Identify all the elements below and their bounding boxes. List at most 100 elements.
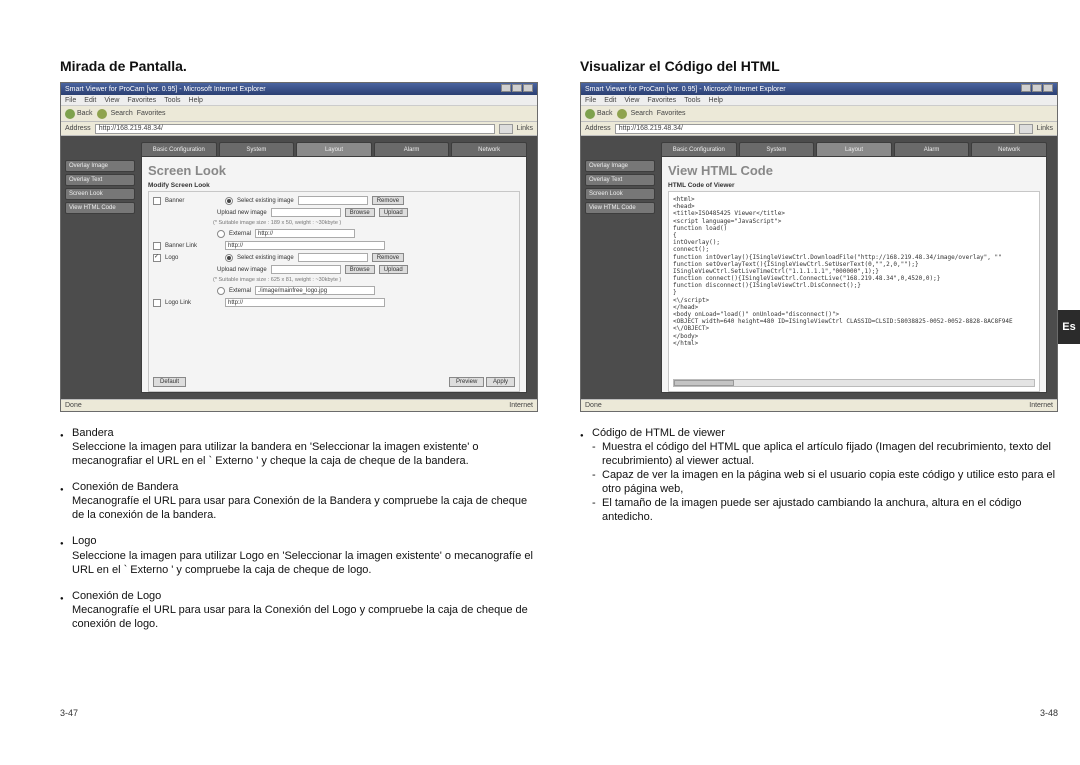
address-input[interactable]: http://168.219.48.34/ xyxy=(95,124,495,134)
go-button[interactable] xyxy=(499,124,513,134)
page-number: 3-48 xyxy=(1040,708,1058,718)
sub-text: El tamaño de la imagen puede ser ajustad… xyxy=(602,496,1058,524)
menu-favorites[interactable]: Favorites xyxy=(647,97,676,104)
go-button[interactable] xyxy=(1019,124,1033,134)
statusbar: Done Internet xyxy=(61,399,537,411)
forward-button[interactable] xyxy=(97,109,107,119)
menu-tools[interactable]: Tools xyxy=(684,97,700,104)
page-number: 3-47 xyxy=(60,708,78,718)
address-bar: Address http://168.219.48.34/ Links xyxy=(581,122,1057,136)
bannerlink-field[interactable]: http:// xyxy=(225,241,385,250)
panel-subhead: Modify Screen Look xyxy=(148,182,520,189)
toolbar: Back Search Favorites xyxy=(581,106,1057,122)
sidebar-item-overlay-image[interactable]: Overlay Image xyxy=(65,160,135,172)
links-label[interactable]: Links xyxy=(517,125,533,132)
browser-window: Smart Viewer for ProCam [ver. 0.95] - Mi… xyxy=(60,82,538,412)
search-button[interactable]: Search xyxy=(111,110,133,117)
logo-existing-field[interactable] xyxy=(298,253,368,262)
panel-title: View HTML Code xyxy=(668,163,1040,178)
window-buttons[interactable] xyxy=(500,84,533,94)
body-text-right: Código de HTML de viewer Muestra el códi… xyxy=(580,426,1058,525)
tab-alarm[interactable]: Alarm xyxy=(374,142,450,156)
sidebar-item-view-html[interactable]: View HTML Code xyxy=(585,202,655,214)
menu-edit[interactable]: Edit xyxy=(604,97,616,104)
favorites-button[interactable]: Favorites xyxy=(657,110,686,117)
menu-view[interactable]: View xyxy=(624,97,639,104)
sidebar-item-screen-look[interactable]: Screen Look xyxy=(65,188,135,200)
tab-network[interactable]: Network xyxy=(971,142,1047,156)
toolbar: Back Search Favorites xyxy=(61,106,537,122)
panel-subhead: HTML Code of Viewer xyxy=(668,182,1040,189)
sidebar-item-screen-look[interactable]: Screen Look xyxy=(585,188,655,200)
logolink-field[interactable]: http:// xyxy=(225,298,385,307)
tab-basic[interactable]: Basic Configuration xyxy=(661,142,737,156)
sidebar-item-overlay-text[interactable]: Overlay Text xyxy=(65,174,135,186)
preview-button[interactable]: Preview xyxy=(449,377,484,387)
banner-browse-button[interactable]: Browse xyxy=(345,208,375,217)
address-input[interactable]: http://168.219.48.34/ xyxy=(615,124,1015,134)
horizontal-scrollbar[interactable] xyxy=(673,379,1035,387)
bullet-body: Seleccione la imagen para utilizar la ba… xyxy=(72,440,538,468)
tab-basic[interactable]: Basic Configuration xyxy=(141,142,217,156)
tab-alarm[interactable]: Alarm xyxy=(894,142,970,156)
back-button[interactable]: Back xyxy=(585,109,613,119)
app-tabs: Basic Configuration System Layout Alarm … xyxy=(661,142,1047,156)
logo-remove-button[interactable]: Remove xyxy=(372,253,404,262)
forward-button[interactable] xyxy=(617,109,627,119)
sidebar-item-overlay-text[interactable]: Overlay Text xyxy=(585,174,655,186)
banner-existing-radio[interactable] xyxy=(225,197,233,205)
logo-external-field[interactable]: ./image/mainfree_logo.jpg xyxy=(255,286,375,295)
back-button[interactable]: Back xyxy=(65,109,93,119)
bannerlink-checkbox[interactable] xyxy=(153,242,161,250)
logo-existing-radio[interactable] xyxy=(225,254,233,262)
menu-help[interactable]: Help xyxy=(709,97,723,104)
banner-external-radio[interactable] xyxy=(217,230,225,238)
status-right: Internet xyxy=(509,402,533,409)
status-left: Done xyxy=(585,402,602,409)
menu-help[interactable]: Help xyxy=(189,97,203,104)
search-button[interactable]: Search xyxy=(631,110,653,117)
banner-upload-field[interactable] xyxy=(271,208,341,217)
links-label[interactable]: Links xyxy=(1037,125,1053,132)
banner-existing-field[interactable] xyxy=(298,196,368,205)
logo-upload-button[interactable]: Upload xyxy=(379,265,408,274)
logo-label: Logo xyxy=(165,255,221,261)
banner-remove-button[interactable]: Remove xyxy=(372,196,404,205)
logo-external-radio[interactable] xyxy=(217,287,225,295)
default-button[interactable]: Default xyxy=(153,377,186,387)
tab-layout[interactable]: Layout xyxy=(296,142,372,156)
bullet-head: Bandera xyxy=(72,426,114,440)
logolink-checkbox[interactable] xyxy=(153,299,161,307)
banner-upload-button[interactable]: Upload xyxy=(379,208,408,217)
menu-favorites[interactable]: Favorites xyxy=(127,97,156,104)
menu-file[interactable]: File xyxy=(65,97,76,104)
window-titlebar: Smart Viewer for ProCam [ver. 0.95] - Mi… xyxy=(61,83,537,95)
dash-icon xyxy=(592,440,602,468)
menu-file[interactable]: File xyxy=(585,97,596,104)
menu-edit[interactable]: Edit xyxy=(84,97,96,104)
bullet-icon xyxy=(60,589,72,603)
tab-layout[interactable]: Layout xyxy=(816,142,892,156)
sidebar-item-view-html[interactable]: View HTML Code xyxy=(65,202,135,214)
banner-external-field[interactable]: http:// xyxy=(255,229,355,238)
banner-label: Banner xyxy=(165,198,221,204)
main-panel: Screen Look Modify Screen Look Banner Se… xyxy=(141,156,527,393)
tab-system[interactable]: System xyxy=(739,142,815,156)
apply-button[interactable]: Apply xyxy=(486,377,515,387)
tab-network[interactable]: Network xyxy=(451,142,527,156)
tab-system[interactable]: System xyxy=(219,142,295,156)
menu-view[interactable]: View xyxy=(104,97,119,104)
logo-browse-button[interactable]: Browse xyxy=(345,265,375,274)
banner-checkbox[interactable] xyxy=(153,197,161,205)
main-panel: View HTML Code HTML Code of Viewer <html… xyxy=(661,156,1047,393)
logo-checkbox[interactable] xyxy=(153,254,161,262)
favorites-button[interactable]: Favorites xyxy=(137,110,166,117)
sidebar-item-overlay-image[interactable]: Overlay Image xyxy=(585,160,655,172)
logo-upload-field[interactable] xyxy=(271,265,341,274)
menubar[interactable]: File Edit View Favorites Tools Help xyxy=(61,95,537,106)
banner-upload-label: Upload new image xyxy=(217,210,267,216)
window-buttons[interactable] xyxy=(1020,84,1053,94)
statusbar: Done Internet xyxy=(581,399,1057,411)
menu-tools[interactable]: Tools xyxy=(164,97,180,104)
menubar[interactable]: File Edit View Favorites Tools Help xyxy=(581,95,1057,106)
